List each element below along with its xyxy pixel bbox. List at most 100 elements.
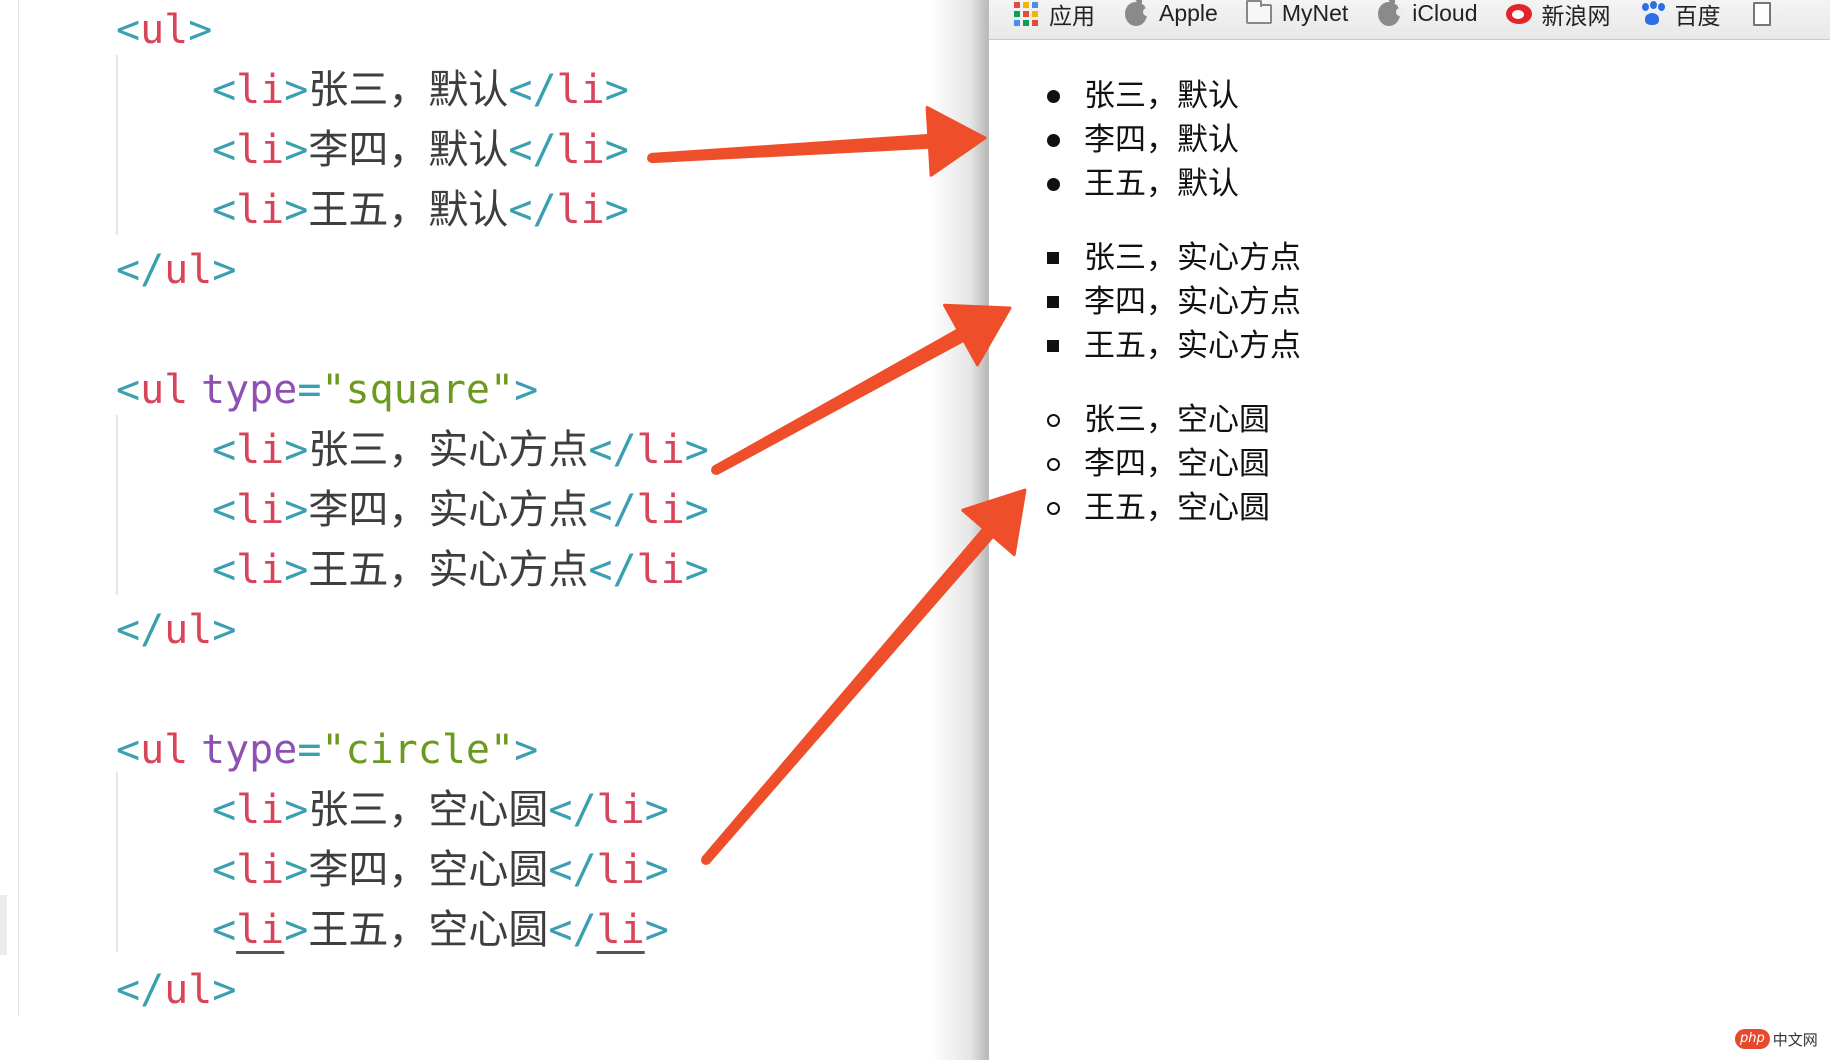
tag-name: li xyxy=(236,187,285,233)
tag-bracket: < xyxy=(212,547,237,593)
gutter-marker xyxy=(0,895,7,955)
tag-bracket: > xyxy=(212,247,237,293)
tag-name: ul xyxy=(164,607,213,653)
bookmarks-bar: 应用 Apple MyNet iCloud 新浪网 百度 xyxy=(989,0,1830,40)
attribute-name: type xyxy=(200,727,298,773)
tag-name: li xyxy=(596,847,645,893)
tag-bracket: </ xyxy=(588,547,637,593)
bookmark-label: 应用 xyxy=(1049,2,1095,29)
tag-name: li xyxy=(236,427,285,473)
list-item-text: 王五，空心圆 xyxy=(308,907,549,953)
bookmark-MyNet[interactable]: MyNet xyxy=(1245,0,1348,40)
code-line[interactable]: <li>王五，实心方点</li> xyxy=(212,540,709,600)
tag-name: li xyxy=(556,127,605,173)
disc-bullet-icon xyxy=(1047,134,1060,147)
list-item-text: 李四，空心圆 xyxy=(308,847,549,893)
code-line[interactable]: <li>李四，实心方点</li> xyxy=(212,480,709,540)
square-bullet-icon xyxy=(1047,252,1059,264)
code-line[interactable]: <li>王五，空心圆</li> xyxy=(212,900,669,960)
disc-bullet-icon xyxy=(1047,178,1060,191)
tag-bracket: </ xyxy=(116,967,165,1013)
tag-bracket: > xyxy=(514,727,539,773)
tag-bracket: > xyxy=(284,187,309,233)
tag-bracket: > xyxy=(644,907,669,953)
attribute-equals: = xyxy=(297,367,322,413)
tag-bracket: </ xyxy=(548,907,597,953)
list-item-text: 张三，空心圆 xyxy=(308,787,549,833)
code-line[interactable]: <li>张三，默认</li> xyxy=(212,60,629,120)
circle-bullet-icon xyxy=(1047,502,1060,515)
tag-bracket: > xyxy=(514,367,539,413)
code-line[interactable]: <li>张三，实心方点</li> xyxy=(212,420,709,480)
code-line[interactable]: <li>王五，默认</li> xyxy=(212,180,629,240)
indent-guide xyxy=(116,415,118,595)
tag-bracket: </ xyxy=(116,247,165,293)
bookmark-新浪网[interactable]: 新浪网 xyxy=(1505,0,1611,40)
bookmark-iCloud[interactable]: iCloud xyxy=(1376,0,1478,40)
watermark-text: 中文网 xyxy=(1772,1030,1818,1049)
square-bullet-icon xyxy=(1047,340,1059,352)
baidu-icon xyxy=(1639,0,1665,27)
code-line[interactable]: <li>李四，空心圆</li> xyxy=(212,840,669,900)
tag-name: li xyxy=(556,67,605,113)
tag-name: ul xyxy=(140,367,189,413)
circle-bullet-icon xyxy=(1047,458,1060,471)
code-line[interactable]: <ul type="square"> xyxy=(116,360,538,420)
list-circle: 张三，空心圆 李四，空心圆 王五，空心圆 xyxy=(989,398,1270,530)
code-line[interactable]: <li>张三，空心圆</li> xyxy=(212,780,669,840)
disc-bullet-icon xyxy=(1047,90,1060,103)
bookmark-label: Apple xyxy=(1159,0,1218,26)
code-line[interactable]: <ul type="circle"> xyxy=(116,720,538,780)
attribute-value: "square" xyxy=(321,367,515,413)
code-line[interactable]: <ul> xyxy=(116,0,212,60)
bookmark-Apple[interactable]: Apple xyxy=(1123,0,1218,40)
list-item-text: 王五，实心方点 xyxy=(308,547,589,593)
list-item-text: 王五，空心圆 xyxy=(1084,490,1270,526)
list-item-text: 张三，空心圆 xyxy=(1084,402,1270,438)
list-item-text: 张三，实心方点 xyxy=(308,427,589,473)
tag-bracket: < xyxy=(116,7,141,53)
watermark-logo: php xyxy=(1735,1029,1770,1049)
list-square: 张三，实心方点李四，实心方点王五，实心方点 xyxy=(989,236,1301,368)
list-item: 李四，默认 xyxy=(989,118,1239,162)
list-item-text: 张三，实心方点 xyxy=(1084,240,1301,276)
tag-name: li xyxy=(596,787,645,833)
apple-icon xyxy=(1123,0,1151,27)
tag-bracket: </ xyxy=(508,67,557,113)
tag-name: li xyxy=(236,547,285,593)
tag-name: li xyxy=(236,67,285,113)
tag-bracket: < xyxy=(212,487,237,533)
tag-name: ul xyxy=(140,727,189,773)
list-item: 张三，默认 xyxy=(989,74,1239,118)
list-item: 李四，实心方点 xyxy=(989,280,1301,324)
tag-bracket: > xyxy=(684,427,709,473)
tag-bracket: < xyxy=(212,847,237,893)
list-item-text: 李四，实心方点 xyxy=(308,487,589,533)
tag-bracket: > xyxy=(604,127,629,173)
tag-bracket: > xyxy=(284,427,309,473)
code-line[interactable]: </ul> xyxy=(116,600,236,660)
tag-name: li xyxy=(636,487,685,533)
bookmark-百度[interactable]: 百度 xyxy=(1639,0,1721,40)
code-line[interactable]: <li>李四，默认</li> xyxy=(212,120,629,180)
list-item: 张三，空心圆 xyxy=(989,398,1270,442)
code-editor[interactable]: <ul> <li>张三，默认</li> <li>李四，默认</li> <li>王五，默… xyxy=(0,0,988,1060)
tag-name: li xyxy=(636,547,685,593)
tag-bracket: </ xyxy=(548,847,597,893)
bookmark-item-6[interactable] xyxy=(1749,0,1785,40)
pane-divider-shadow xyxy=(930,0,988,1060)
tag-bracket: < xyxy=(212,67,237,113)
bookmark-应用[interactable]: 应用 xyxy=(1013,0,1095,40)
tag-bracket: > xyxy=(284,547,309,593)
tag-name: ul xyxy=(140,7,189,53)
tag-bracket: > xyxy=(604,187,629,233)
tag-bracket: > xyxy=(284,487,309,533)
tag-bracket: < xyxy=(116,727,141,773)
tag-bracket: </ xyxy=(588,427,637,473)
list-item-text: 王五，实心方点 xyxy=(1084,328,1301,364)
tag-bracket: < xyxy=(212,127,237,173)
bookmark-label: iCloud xyxy=(1412,0,1478,26)
code-line[interactable]: </ul> xyxy=(116,240,236,300)
code-line[interactable]: </ul> xyxy=(116,960,236,1020)
